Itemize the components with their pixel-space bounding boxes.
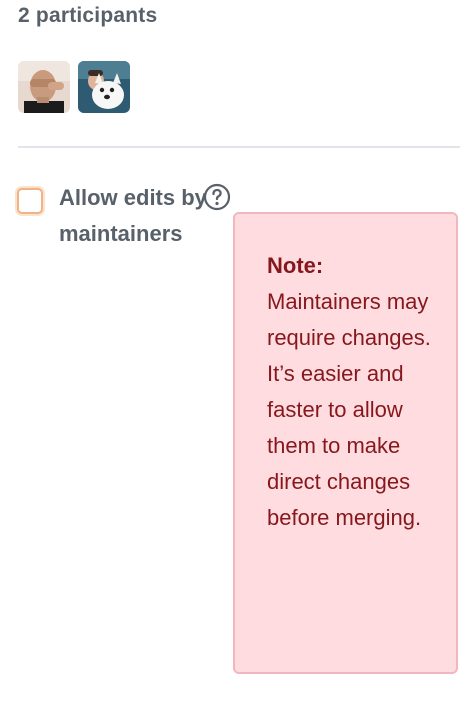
participants-sidebar: 2 participants Allow edits by maintainer… xyxy=(0,0,474,710)
maintainers-note-tooltip: Note: Maintainers may require changes. I… xyxy=(233,212,458,674)
participants-heading: 2 participants xyxy=(18,4,158,27)
tooltip-body: Maintainers may require changes. It’s ea… xyxy=(267,289,431,530)
tooltip-title: Note: xyxy=(267,253,324,278)
allow-edits-checkbox[interactable] xyxy=(17,188,43,214)
divider xyxy=(18,146,460,148)
avatar-person-icon[interactable] xyxy=(18,61,70,113)
participant-avatars xyxy=(18,61,130,113)
allow-edits-label: Allow edits by maintainers xyxy=(59,185,207,246)
question-circle-icon[interactable] xyxy=(203,183,231,211)
avatar-dog-icon[interactable] xyxy=(78,61,130,113)
